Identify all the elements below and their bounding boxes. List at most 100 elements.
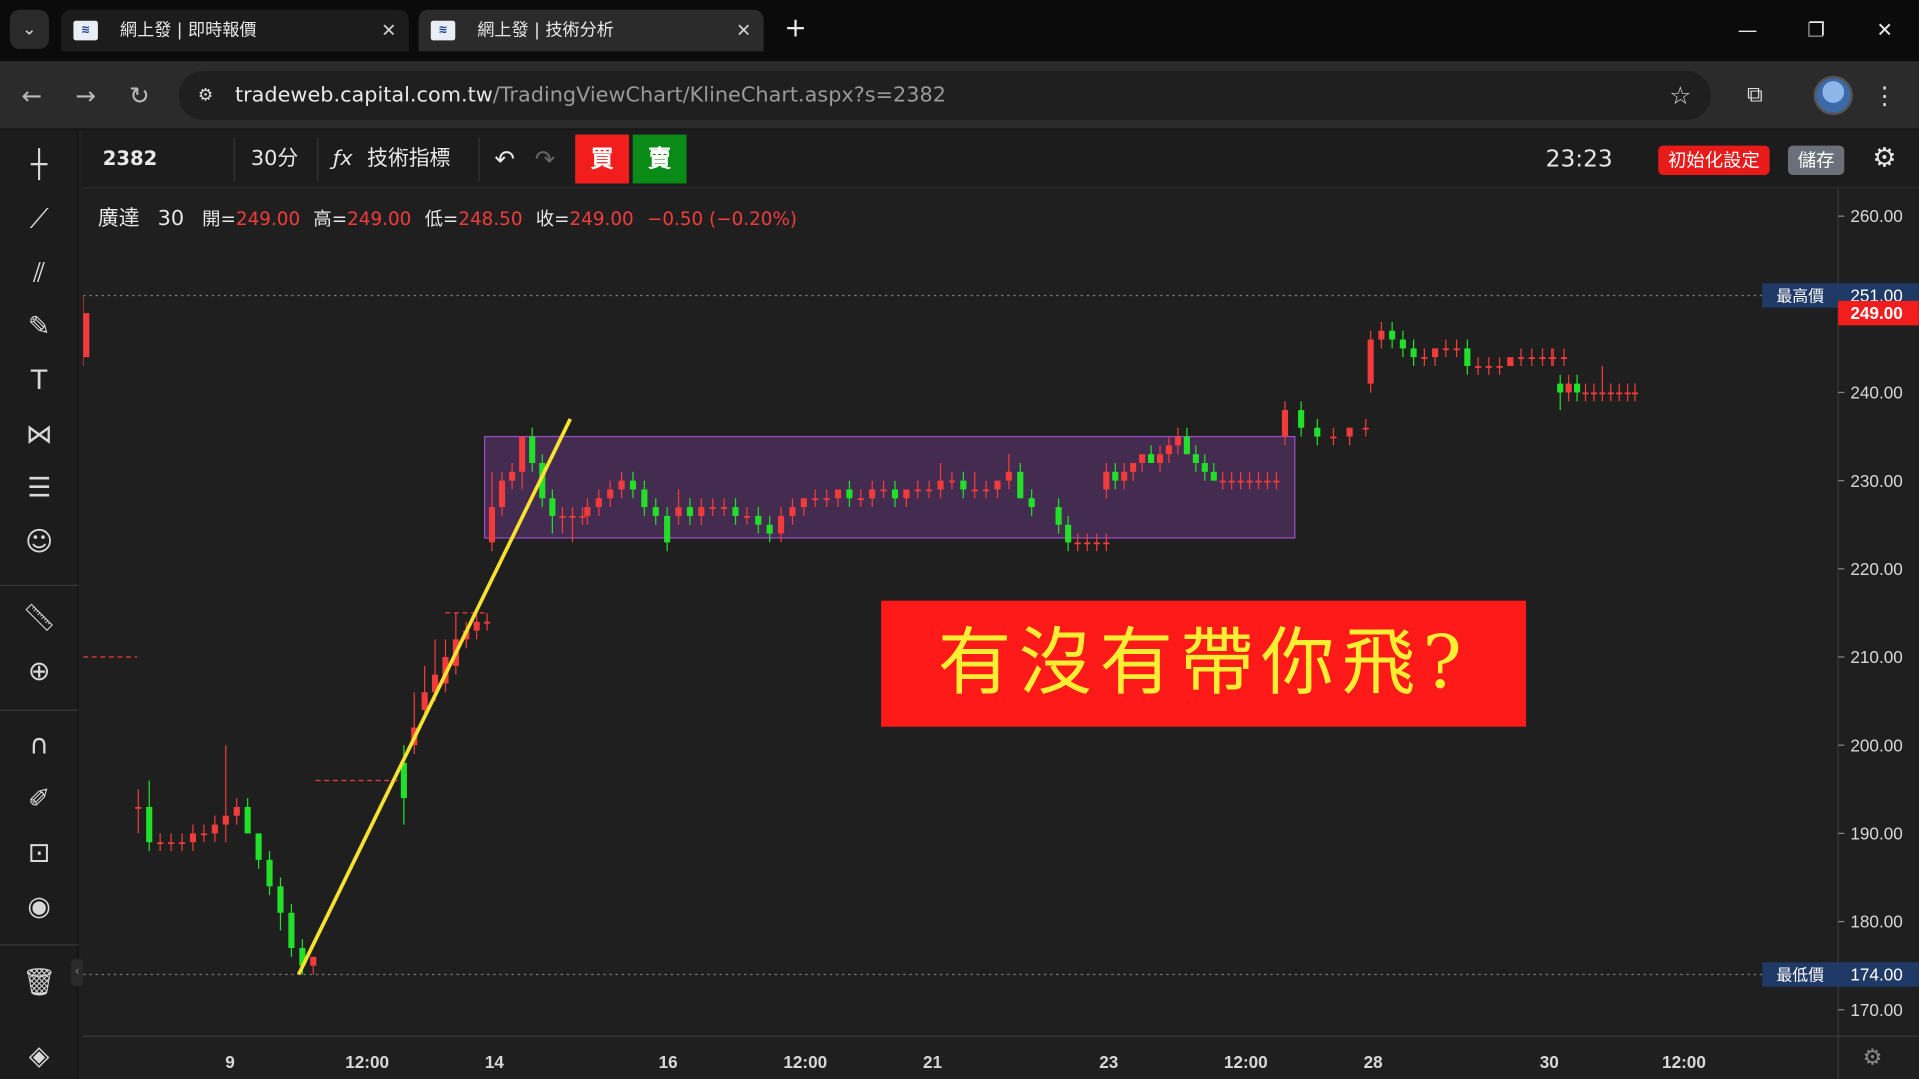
capital-logo-icon: ≋ (430, 20, 456, 41)
axis-settings-gear-icon[interactable]: ⚙ (1863, 1045, 1883, 1071)
reset-settings-button[interactable]: 初始化設定 (1658, 145, 1770, 175)
browser-toolbar: ← → ↻ ⚙ tradeweb.capital.com.tw/TradingV… (0, 61, 1919, 130)
restore-icon[interactable]: ❐ (1782, 0, 1851, 61)
y-tick-label: 240.00 (1850, 383, 1902, 403)
interval-select[interactable]: 30分 (251, 130, 298, 189)
candle-body (488, 507, 496, 543)
layers-icon[interactable]: ◈ (15, 1035, 64, 1079)
candle-body (823, 498, 830, 501)
candle-body (1065, 524, 1072, 543)
candle-body (1255, 480, 1262, 483)
candle-body (971, 489, 978, 492)
undo-icon[interactable]: ↶ (494, 130, 515, 189)
candle-body (880, 489, 887, 492)
candle-body (834, 489, 842, 499)
site-info-icon[interactable]: ⚙ (193, 83, 217, 107)
buy-button[interactable]: 買 (575, 134, 630, 184)
candle-body (1346, 427, 1353, 437)
candle-body (1237, 480, 1244, 483)
divider (478, 137, 480, 182)
window-close-icon[interactable]: ✕ (1850, 0, 1919, 61)
candle-body (559, 515, 566, 518)
crosshair-icon[interactable]: ┼ (15, 144, 64, 188)
x-tick-label: 12:00 (783, 1052, 827, 1072)
candle-body (1264, 480, 1271, 483)
candle-body (1560, 357, 1568, 360)
candle-body (1574, 383, 1581, 393)
candle-body (1093, 542, 1100, 545)
candle-body (1183, 436, 1190, 455)
symbol-search[interactable]: 2382 (103, 130, 157, 189)
draw-lock-pencil-icon[interactable]: ✐ (15, 778, 64, 822)
pattern-tool-icon[interactable]: ⋈ (15, 414, 64, 458)
minimize-icon[interactable]: — (1713, 0, 1782, 61)
brush-tool-icon[interactable]: ✎ (15, 306, 64, 350)
candle-body (1246, 480, 1253, 483)
candle-body (1475, 366, 1482, 368)
candle-body (473, 621, 480, 631)
toolbar-collapse-chevron-icon[interactable]: ‹ (70, 959, 84, 987)
save-button[interactable]: 儲存 (1787, 145, 1845, 175)
candle-body (529, 436, 536, 464)
candle-body (244, 806, 251, 834)
candle-body (960, 480, 967, 490)
screen: ⌄ ≋ 網上發 | 即時報價 ✕ ≋ 網上發 | 技術分析 ✕ + — ❐ ✕ … (0, 0, 1919, 1079)
candle-body (1528, 357, 1535, 360)
candle-body (778, 515, 785, 534)
eye-icon[interactable]: ◉ (15, 886, 64, 930)
text-tool-icon[interactable]: T (15, 360, 64, 404)
legend-low-label: 低= (424, 207, 459, 230)
candle-body (1410, 348, 1417, 358)
extreme-label: 最高價 (1776, 287, 1824, 306)
candle-body (310, 956, 317, 966)
candle-body (1005, 471, 1012, 481)
candle-body (857, 498, 864, 501)
candle-body (1103, 471, 1110, 490)
close-icon[interactable]: ✕ (381, 10, 396, 52)
url-text[interactable]: tradeweb.capital.com.tw/TradingViewChart… (235, 71, 946, 120)
profile-avatar[interactable] (1813, 75, 1853, 115)
unlock-icon[interactable]: ⊡ (15, 832, 64, 876)
tab-quotes[interactable]: ≋ 網上發 | 即時報價 ✕ (61, 9, 409, 52)
address-bar[interactable]: ⚙ tradeweb.capital.com.tw/TradingViewCha… (178, 70, 1711, 120)
candle-body (937, 480, 944, 490)
candle-body (135, 806, 142, 809)
settings-gear-icon[interactable]: ⚙ (1872, 130, 1896, 189)
trash-icon[interactable]: 🗑︎ (15, 962, 64, 1006)
candle-body (1139, 454, 1146, 464)
emoji-tool-icon[interactable]: ☺ (15, 521, 64, 565)
x-tick-label: 16 (659, 1052, 678, 1072)
fib-tool-icon[interactable]: ⫽ (15, 252, 64, 296)
ruler-icon[interactable]: 📏︎ (15, 597, 64, 641)
trendline-tool-icon[interactable]: ⟋ (15, 198, 64, 242)
new-tab-plus-icon[interactable]: + (778, 12, 812, 46)
reload-icon[interactable]: ↻ (120, 76, 159, 115)
redo-icon[interactable]: ↷ (535, 130, 556, 189)
forward-arrow-icon[interactable]: → (66, 76, 105, 115)
sell-button[interactable]: 賣 (632, 134, 687, 184)
x-tick-label: 28 (1364, 1052, 1383, 1072)
fx-icon: ƒx (332, 146, 353, 172)
back-arrow-icon[interactable]: ← (12, 76, 51, 115)
candle-body (641, 489, 648, 508)
candle-body (178, 842, 186, 845)
indicators-button[interactable]: 技術指標 (367, 130, 450, 189)
bookmark-star-icon[interactable]: ☆ (1669, 71, 1691, 120)
candle-body (222, 815, 229, 825)
candle-body (1314, 427, 1321, 437)
candle-body (948, 480, 955, 483)
candle-body (1442, 348, 1449, 351)
close-icon[interactable]: ✕ (736, 10, 751, 52)
candle-body (1273, 480, 1280, 483)
y-tick-label: 210.00 (1850, 647, 1902, 667)
magnet-icon[interactable]: ∩ (15, 724, 64, 768)
tab-technical-analysis[interactable]: ≋ 網上發 | 技術分析 ✕ (418, 9, 764, 52)
zoom-in-icon[interactable]: ⊕ (15, 651, 64, 695)
tab-search-chevron-icon[interactable]: ⌄ (9, 9, 49, 49)
x-tick-label: 12:00 (1224, 1052, 1268, 1072)
browser-menu-icon[interactable]: ⋮ (1872, 76, 1896, 115)
extensions-puzzle-icon[interactable]: ⧉ (1735, 76, 1774, 115)
candle-body (189, 833, 197, 843)
prediction-tool-icon[interactable]: ☰ (15, 467, 64, 511)
candle-body (629, 480, 637, 490)
